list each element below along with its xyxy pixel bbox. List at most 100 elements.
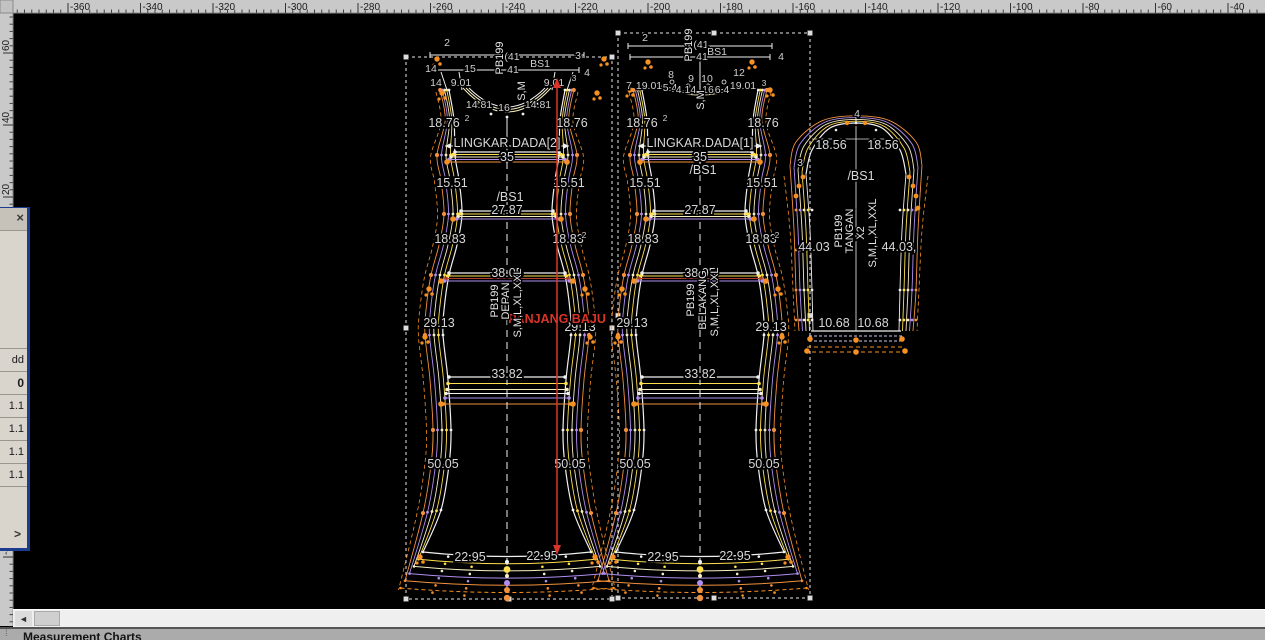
- measurement-label: 14.81: [466, 99, 492, 111]
- expand-arrow-icon[interactable]: >: [0, 527, 27, 541]
- measurement-label: 18.56: [867, 138, 898, 152]
- measurement-label: 18.76: [556, 116, 587, 130]
- selection-handle[interactable]: [610, 326, 615, 331]
- measurement-label: 3: [572, 73, 577, 83]
- measurement-label: 4.14: [676, 84, 697, 96]
- measurement-label: 29.13: [423, 316, 454, 330]
- measurement-label: 18.83: [627, 232, 658, 246]
- measurement-label: 22.95: [454, 550, 485, 564]
- selection-handle[interactable]: [404, 55, 409, 60]
- measurement-label: 15: [464, 63, 476, 75]
- svg-text:-360: -360: [70, 2, 90, 13]
- pattern-canvas[interactable]: -360-340-320-300-280-260-240-220-200-180…: [0, 0, 1265, 640]
- value-row[interactable]: 0: [0, 372, 27, 395]
- selection-handle[interactable]: [808, 596, 813, 601]
- close-icon[interactable]: ×: [16, 210, 24, 226]
- measurement-label: 14: [425, 63, 437, 75]
- measurement-label: LINGKAR DADA[2]: [454, 136, 561, 150]
- svg-text:-120: -120: [940, 2, 960, 13]
- scroll-left-button[interactable]: ◄: [15, 611, 32, 626]
- measurement-label: 22.95: [526, 549, 557, 563]
- measurement-label: 35: [693, 150, 707, 164]
- value-table: dd01.11.11.11.1: [0, 348, 27, 487]
- piece-name-label: PB199: [683, 28, 695, 61]
- measurement-label: 44.03,: [882, 240, 917, 254]
- measurement-label: 4: [854, 108, 860, 120]
- measurement-label: 33.82: [684, 367, 715, 381]
- measurement-label: 10.68: [857, 316, 888, 330]
- measurement-label: 50.05: [554, 457, 585, 471]
- selection-handle[interactable]: [610, 597, 615, 602]
- scrollbar-thumb[interactable]: [34, 611, 60, 626]
- measurement-label: 50.05: [427, 457, 458, 471]
- svg-text:-160: -160: [795, 2, 815, 13]
- selection-handle[interactable]: [616, 596, 621, 601]
- measurement-label: 18.76: [747, 116, 778, 130]
- measurement-label: 18.76: [428, 116, 459, 130]
- measurement-label: /BS1: [847, 169, 874, 183]
- selection-handle[interactable]: [712, 31, 717, 36]
- measurement-label: 10.68: [818, 316, 849, 330]
- measurement-label: 8: [668, 69, 674, 81]
- measurement-label: /BS1: [689, 163, 716, 177]
- measurement-label: 29.13: [755, 320, 786, 334]
- svg-text:-220: -220: [578, 2, 598, 13]
- measurement-label: 9.01: [451, 77, 472, 89]
- svg-text:-200: -200: [650, 2, 670, 13]
- value-header: dd: [0, 348, 27, 372]
- value-row[interactable]: 1.1: [0, 464, 27, 487]
- measurement-label: 2: [582, 230, 587, 240]
- measurement-label: 3: [797, 157, 803, 169]
- measurement-label: 16: [498, 102, 510, 114]
- measurement-label: 18.76: [626, 116, 657, 130]
- measurement-label: 27.87: [684, 203, 715, 217]
- measurement-label: 22.95: [719, 549, 750, 563]
- selection-handle[interactable]: [808, 313, 813, 318]
- selection-handle[interactable]: [610, 55, 615, 60]
- svg-text:20: 20: [1, 183, 12, 195]
- measurement-label: 35: [500, 150, 514, 164]
- floating-panel[interactable]: × dd01.11.11.11.1 >: [0, 207, 30, 551]
- horizontal-scrollbar[interactable]: ◄: [13, 609, 1265, 627]
- svg-text:-140: -140: [868, 2, 888, 13]
- pattern-cad-window: -360-340-320-300-280-260-240-220-200-180…: [0, 0, 1265, 640]
- piece-name-label: DEPAN: [500, 282, 512, 319]
- piece-name-label: PB199: [494, 41, 506, 74]
- svg-text:-280: -280: [360, 2, 380, 13]
- measurement-label: 15.51: [553, 176, 584, 190]
- selection-handle[interactable]: [808, 31, 813, 36]
- value-row[interactable]: 1.1: [0, 395, 27, 418]
- grip-icon: ⁞: [0, 629, 19, 640]
- measurement-label: (41: [504, 51, 519, 63]
- measurement-label: 2: [775, 230, 780, 240]
- measurement-label: 18.83: [745, 232, 776, 246]
- tab-measurement-charts[interactable]: Measurement Charts: [23, 630, 142, 640]
- svg-text:-300: -300: [288, 2, 308, 13]
- measurement-label: 14.81: [525, 99, 551, 111]
- value-row[interactable]: 1.1: [0, 418, 27, 441]
- svg-text:40: 40: [1, 111, 12, 123]
- selection-handle[interactable]: [712, 596, 717, 601]
- piece-name-label: S,M,L,XL,XXL: [709, 267, 721, 336]
- measurement-label: 7: [626, 80, 632, 92]
- measurement-label: 33.82: [491, 367, 522, 381]
- piece-name-label: X2: [855, 226, 867, 239]
- measurement-label: 14: [430, 77, 442, 89]
- measurement-label: 18.83: [434, 232, 465, 246]
- piece-name-label: PB199: [685, 283, 697, 316]
- selection-handle[interactable]: [404, 326, 409, 331]
- svg-text:60: 60: [1, 39, 12, 51]
- svg-text:-260: -260: [433, 2, 453, 13]
- measurement-label: 18.56: [815, 138, 846, 152]
- measurement-label: 4: [584, 67, 590, 79]
- selection-handle[interactable]: [404, 597, 409, 602]
- bottom-tab-bar: ⁞ Measurement Charts: [0, 627, 1265, 640]
- value-row[interactable]: 1.1: [0, 441, 27, 464]
- measurement-label: LINGKAR DADA[1]: [647, 136, 754, 150]
- measurement-label: 19.01: [730, 80, 756, 92]
- selection-handle[interactable]: [616, 31, 621, 36]
- measurement-label: 6.4: [715, 84, 730, 96]
- measurement-label: 44.03: [798, 240, 829, 254]
- measurement-label: 29.13: [616, 316, 647, 330]
- panel-title-bar[interactable]: ×: [0, 208, 27, 231]
